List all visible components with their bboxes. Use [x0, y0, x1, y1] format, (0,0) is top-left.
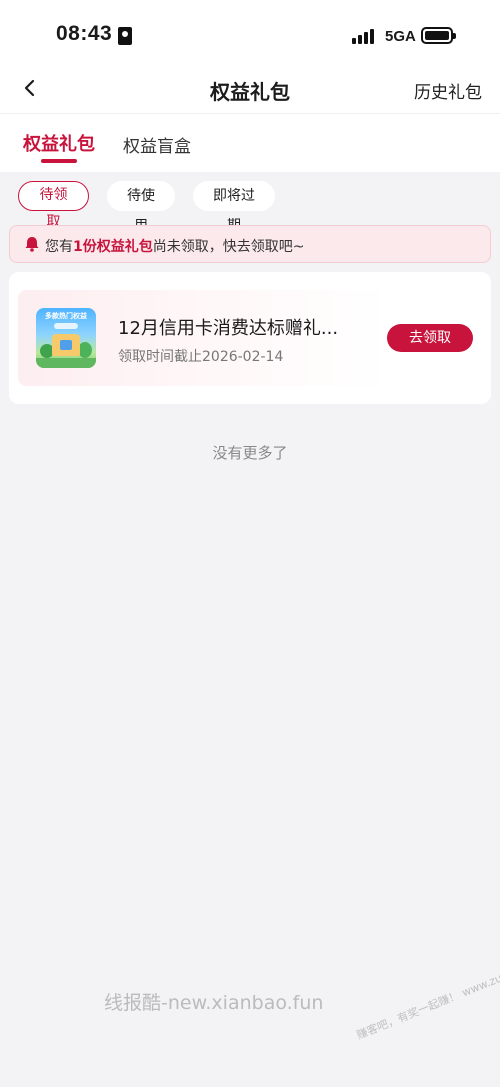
filter-to-use[interactable]: 待使用	[107, 181, 175, 234]
tab-bar: 权益礼包 权益盲盒	[0, 114, 500, 172]
network-type: 5GA	[385, 28, 416, 45]
notice-prefix: 您有	[45, 239, 73, 255]
house-icon	[52, 334, 80, 356]
status-time: 08:43	[56, 22, 113, 45]
gift-title: 12月信用卡消费达标赠礼...	[118, 318, 339, 339]
watermark-text: 线报酷-new.xianbao.fun	[104, 992, 324, 1014]
tab-blind-boxes[interactable]: 权益盲盒	[123, 132, 191, 157]
signal-icon	[352, 28, 378, 44]
status-bar: 08:43 5GA	[0, 0, 500, 64]
gift-card-inner: 多款热门权益 12月信用卡消费达标赠礼... 领取时间截止2026-02-14 …	[18, 290, 482, 386]
filter-expiring[interactable]: 即将过期	[193, 181, 275, 234]
thumbnail-label: 多款热门权益	[45, 312, 87, 320]
history-gifts-link[interactable]: 历史礼包	[414, 78, 482, 103]
notice-text: 您有1份权益礼包尚未领取，快去领取吧~	[45, 236, 304, 256]
claim-button[interactable]: 去领取	[387, 324, 473, 352]
nav-bar: 权益礼包 历史礼包	[0, 64, 500, 114]
battery-icon	[421, 27, 456, 44]
notice-banner: 您有1份权益礼包尚未领取，快去领取吧~	[9, 225, 491, 263]
thumbnail-tag	[54, 323, 78, 329]
gift-card[interactable]: 多款热门权益 12月信用卡消费达标赠礼... 领取时间截止2026-02-14 …	[9, 272, 491, 404]
gift-thumbnail: 多款热门权益	[36, 308, 96, 368]
notice-suffix: 尚未领取，快去领取吧~	[152, 239, 305, 255]
tab-gift-packs[interactable]: 权益礼包	[23, 130, 95, 156]
filter-to-claim[interactable]: 待领取	[18, 181, 89, 230]
watermark-secondary: 赚客吧，有奖一起赚！ www.zuanke8.com	[354, 948, 500, 1042]
tree-icon	[78, 342, 92, 358]
gift-deadline: 领取时间截止2026-02-14	[118, 349, 284, 365]
active-tab-indicator	[41, 159, 77, 163]
portrait-lock-icon	[118, 27, 132, 45]
bell-icon	[23, 235, 41, 253]
filter-row: 待领取 待使用 即将过期	[0, 172, 500, 234]
list-end-text: 没有更多了	[212, 444, 288, 462]
thumbnail-ground	[36, 358, 96, 368]
notice-highlight: 1份权益礼包	[73, 239, 153, 255]
